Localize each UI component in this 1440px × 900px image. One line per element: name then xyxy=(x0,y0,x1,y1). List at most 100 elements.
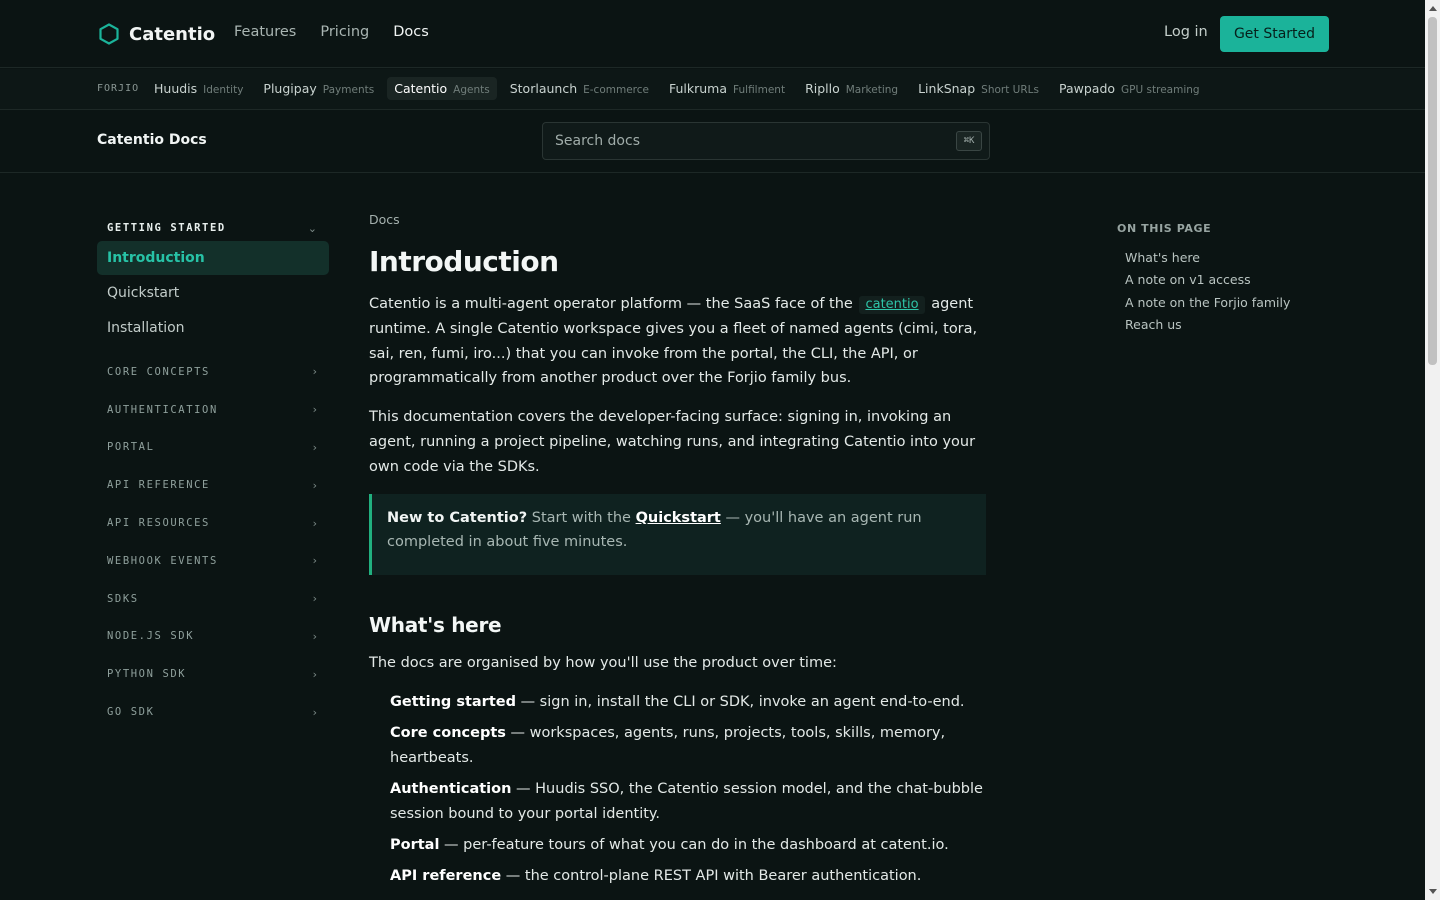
breadcrumb[interactable]: Docs xyxy=(369,212,989,227)
chevron-right-icon: › xyxy=(312,554,317,568)
list-item-term: Getting started xyxy=(390,693,516,710)
family-item-ripllo[interactable]: Ripllo Marketing xyxy=(798,77,905,100)
intro-text-before: Catentio is a multi-agent operator platf… xyxy=(369,296,853,312)
chevron-right-icon: › xyxy=(312,403,317,417)
sidebar-section-label: GO SDK xyxy=(107,706,155,719)
family-item-desc: Payments xyxy=(322,84,375,96)
sidebar-section-label: PORTAL xyxy=(107,441,155,454)
docs-content: Docs Introduction Catentio is a multi-ag… xyxy=(369,212,989,895)
search-input[interactable] xyxy=(543,123,943,159)
list-item-desc: — per-feature tours of what you can do i… xyxy=(444,836,949,853)
family-item-name: Pawpado xyxy=(1058,81,1116,96)
search-shortcut-badge: ⌘K xyxy=(956,131,982,151)
catentio-code-link[interactable]: catentio xyxy=(859,296,925,314)
list-item-desc: — the control-plane REST API with Bearer… xyxy=(505,867,922,884)
hexagon-logo-icon xyxy=(99,23,119,45)
family-item-name: Catentio xyxy=(394,81,448,96)
family-item-storlaunch[interactable]: Storlaunch E-commerce xyxy=(503,77,656,100)
nav-features[interactable]: Features xyxy=(234,24,296,40)
family-item-desc: Agents xyxy=(453,84,490,96)
get-started-button[interactable]: Get Started xyxy=(1220,16,1329,52)
family-item-name: Fulkruma xyxy=(668,81,728,96)
toc-link[interactable]: A note on the Forjio family xyxy=(1125,292,1357,314)
family-item-name: Plugipay xyxy=(263,81,317,96)
list-item: Core concepts — workspaces, agents, runs… xyxy=(390,721,989,771)
family-item-huudis[interactable]: Huudis Identity xyxy=(147,77,250,100)
toc-links: What's here A note on v1 access A note on … xyxy=(1117,247,1357,337)
sidebar-section-api-resources[interactable]: API RESOURCES › xyxy=(97,504,329,542)
toc-link[interactable]: What's here xyxy=(1125,247,1357,269)
family-item-linksnap[interactable]: LinkSnap Short URLs xyxy=(911,77,1046,100)
docs-overview-list: Getting started — sign in, install the C… xyxy=(369,690,989,889)
chevron-right-icon: › xyxy=(312,705,317,719)
family-products: Huudis Identity Plugipay Payments Catentio Ag… xyxy=(147,77,1213,100)
family-item-catentio[interactable]: Catentio Agents xyxy=(387,77,497,100)
toc-link[interactable]: A note on v1 access xyxy=(1125,269,1357,291)
sidebar-section-core-concepts[interactable]: CORE CONCEPTS › xyxy=(97,353,329,391)
sidebar-section-authentication[interactable]: AUTHENTICATION › xyxy=(97,391,329,429)
sidebar-item-installation[interactable]: Installation xyxy=(97,311,329,345)
chevron-right-icon: › xyxy=(312,516,317,530)
list-item-term: API reference xyxy=(390,867,502,884)
nav-docs[interactable]: Docs xyxy=(393,24,429,40)
nav-pricing[interactable]: Pricing xyxy=(320,24,369,40)
scroll-up-icon[interactable] xyxy=(1429,6,1437,11)
docs-title[interactable]: Catentio Docs xyxy=(97,132,207,148)
toc-link[interactable]: Reach us xyxy=(1125,314,1357,336)
sidebar-section-webhook-events[interactable]: WEBHOOK EVENTS › xyxy=(97,542,329,580)
sidebar-section-label: AUTHENTICATION xyxy=(107,403,218,416)
callout-title: New to Catentio? xyxy=(387,509,528,526)
list-item-term: Core concepts xyxy=(390,725,506,742)
family-item-desc: GPU streaming xyxy=(1121,84,1200,96)
page-title: Introduction xyxy=(369,245,559,278)
sidebar-section-api-reference[interactable]: API REFERENCE › xyxy=(97,466,329,504)
sidebar-section-portal[interactable]: PORTAL › xyxy=(97,429,329,467)
sidebar-item-quickstart[interactable]: Quickstart xyxy=(97,276,329,310)
family-item-desc: Identity xyxy=(203,84,244,96)
family-bar: FORJIO Huudis Identity Plugipay Payments Cat… xyxy=(0,69,1425,110)
sidebar-section-label: GETTING STARTED xyxy=(107,222,226,234)
sidebar-section-sdks[interactable]: SDKS › xyxy=(97,580,329,618)
family-item-desc: Marketing xyxy=(845,84,899,96)
brand-name: Catentio xyxy=(129,23,216,45)
scroll-down-icon[interactable] xyxy=(1429,889,1437,894)
list-item-term: Authentication xyxy=(390,780,512,797)
sidebar-section-go-sdk[interactable]: GO SDK › xyxy=(97,693,329,731)
family-item-name: LinkSnap xyxy=(918,81,976,96)
family-item-desc: E-commerce xyxy=(583,84,649,96)
family-item-plugipay[interactable]: Plugipay Payments xyxy=(256,77,381,100)
sidebar-sections: CORE CONCEPTS › AUTHENTICATION › PORTAL › API … xyxy=(97,353,329,731)
login-link[interactable]: Log in xyxy=(1164,24,1208,40)
scroll-thumb[interactable] xyxy=(1428,17,1437,365)
sidebar-item-introduction[interactable]: Introduction xyxy=(97,241,329,275)
quickstart-link[interactable]: Quickstart xyxy=(636,510,721,526)
list-item-desc: — sign in, install the CLI or SDK, invok… xyxy=(520,693,965,710)
list-item: Portal — per-feature tours of what you c… xyxy=(390,833,989,858)
sidebar-section-label: SDKS xyxy=(107,592,139,605)
coverage-paragraph: This documentation covers the developer-… xyxy=(369,409,976,475)
quickstart-callout: New to Catentio? Start with the Quicksta… xyxy=(369,493,986,576)
chevron-right-icon: › xyxy=(312,629,317,643)
sidebar-section-getting-started[interactable]: GETTING STARTED ⌄ xyxy=(97,215,329,241)
list-item-term: Portal xyxy=(390,836,440,853)
page-scrollbar[interactable] xyxy=(1425,0,1440,900)
list-item: Getting started — sign in, install the C… xyxy=(390,690,989,715)
section-heading-whats-here: What's here xyxy=(369,613,502,638)
family-label: FORJIO xyxy=(97,83,140,94)
list-item: Authentication — Huudis SSO, the Catenti… xyxy=(390,777,989,827)
brand-logo[interactable]: Catentio xyxy=(97,22,215,46)
sidebar-section-node-js-sdk[interactable]: NODE.JS SDK › xyxy=(97,618,329,656)
family-item-desc: Fulfilment xyxy=(733,84,786,96)
list-item: API reference — the control-plane REST A… xyxy=(390,864,989,889)
sidebar-section-label: PYTHON SDK xyxy=(107,668,187,681)
sidebar-section-python-sdk[interactable]: PYTHON SDK › xyxy=(97,655,329,693)
main-nav: Features Pricing Docs xyxy=(234,24,453,40)
sidebar-section-label: API RESOURCES xyxy=(107,517,210,530)
family-item-pawpado[interactable]: Pawpado GPU streaming xyxy=(1052,77,1207,100)
chevron-right-icon: › xyxy=(312,592,317,606)
intro-paragraph: Catentio is a multi-agent operator platf… xyxy=(369,292,989,391)
chevron-right-icon: › xyxy=(312,667,317,681)
family-item-name: Ripllo xyxy=(805,81,840,96)
family-item-fulkruma[interactable]: Fulkruma Fulfilment xyxy=(662,77,792,100)
on-this-page: ON THIS PAGE What's here A note on v1 acc… xyxy=(1117,222,1357,337)
